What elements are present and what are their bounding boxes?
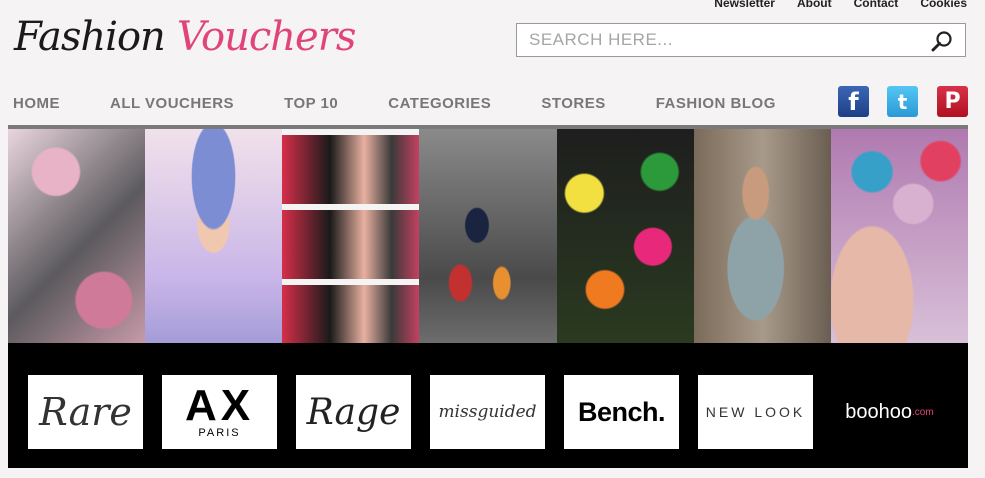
floral-dress-photo[interactable] — [556, 129, 694, 343]
nav-categories[interactable]: CATEGORIES — [388, 95, 491, 112]
nav-top-10[interactable]: TOP 10 — [284, 95, 338, 112]
brand-bench-logo[interactable]: Bench. — [564, 375, 679, 449]
newsletter-link[interactable]: Newsletter — [714, 0, 775, 10]
logo-word-vouchers: Vouchers — [176, 14, 357, 60]
sunglasses-girl-photo[interactable] — [145, 129, 283, 343]
search-input[interactable] — [527, 24, 921, 56]
man-suspenders-photo[interactable] — [693, 129, 831, 343]
brand-newlook-logo[interactable]: NEW LOOK — [698, 375, 813, 449]
nav-home[interactable]: HOME — [13, 95, 60, 112]
shoes-shelf-photo[interactable] — [282, 129, 420, 343]
nav-all-vouchers[interactable]: ALL VOUCHERS — [110, 95, 234, 112]
brand-newlook-text: NEW LOOK — [705, 404, 806, 420]
brand-ax-text: AX — [184, 381, 255, 430]
brand-boohoo-text: boohoo — [845, 400, 913, 423]
brand-boohoo-logo[interactable]: boohoo .com — [832, 375, 947, 449]
brand-missguided-text: missguided — [438, 402, 537, 422]
brand-bench-text: Bench. — [577, 396, 666, 427]
site-logo[interactable]: Fashion Vouchers — [14, 14, 357, 60]
brand-ax-sub-text: PARIS — [198, 427, 241, 439]
brand-rare-text: Rare — [39, 390, 132, 434]
makeup-photo[interactable] — [8, 129, 146, 343]
contact-link[interactable]: Contact — [854, 0, 899, 10]
facebook-icon[interactable]: f — [838, 86, 869, 117]
brand-ax-paris-logo[interactable]: AX PARIS — [162, 375, 277, 449]
top-links: Newsletter About Contact Cookies — [714, 0, 967, 10]
brand-rare-logo[interactable]: Rare — [28, 375, 143, 449]
brand-rage-text: Rage — [306, 391, 401, 433]
brand-rage-logo[interactable]: Rage — [296, 375, 411, 449]
brand-strip: Rare AX PARIS Rage missguided Bench. NEW… — [8, 343, 968, 468]
shopping-woman-photo[interactable] — [419, 129, 557, 343]
photo-collage — [8, 129, 968, 343]
pinterest-icon[interactable]: P — [937, 86, 968, 117]
twitter-icon[interactable]: t — [887, 86, 918, 117]
brand-boohoo-suffix: .com — [912, 406, 934, 418]
main-nav: HOME ALL VOUCHERS TOP 10 CATEGORIES STOR… — [13, 95, 826, 112]
cookies-link[interactable]: Cookies — [920, 0, 967, 10]
search-box — [516, 23, 966, 57]
nav-fashion-blog[interactable]: FASHION BLOG — [656, 95, 776, 112]
about-link[interactable]: About — [797, 0, 832, 10]
logo-word-fashion: Fashion — [14, 14, 166, 60]
jewels-face-photo[interactable] — [830, 129, 968, 343]
nav-stores[interactable]: STORES — [541, 95, 605, 112]
brand-missguided-logo[interactable]: missguided — [430, 375, 545, 449]
search-icon[interactable] — [931, 30, 953, 52]
